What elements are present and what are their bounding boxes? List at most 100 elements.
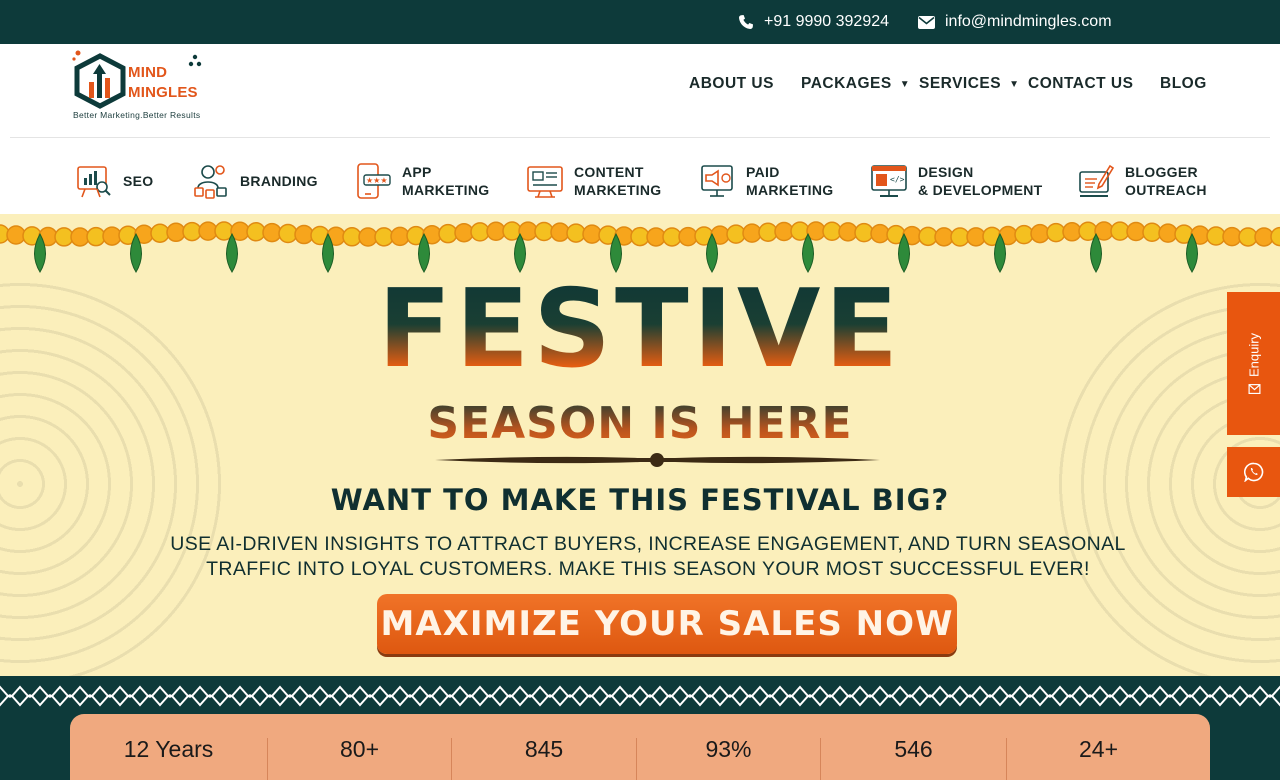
pattern-diamond [1130, 685, 1150, 707]
pattern-diamond [590, 685, 610, 707]
pattern-diamond [10, 685, 30, 707]
pattern-diamond [310, 685, 330, 707]
service-branding-label: BRANDING [240, 172, 318, 190]
pattern-diamond [170, 685, 190, 707]
hero-description: USE AI-DRIVEN INSIGHTS TO ATTRACT BUYERS… [140, 532, 1156, 582]
site-logo[interactable]: MIND MINGLES Better Marketing.Better Res… [72, 50, 222, 122]
enquiry-tab[interactable]: Enquiry [1227, 292, 1280, 435]
pattern-diamond [1070, 685, 1090, 707]
hero-description-line1: USE AI-DRIVEN INSIGHTS TO ATTRACT BUYERS… [170, 533, 1126, 555]
pattern-diamond [750, 685, 770, 707]
pattern-diamond [1270, 685, 1280, 707]
pattern-diamond [650, 685, 670, 707]
marigold-garland-decoration [0, 221, 1280, 273]
pattern-diamond [1050, 685, 1070, 707]
pattern-diamond [890, 685, 910, 707]
mail-icon [1247, 383, 1260, 394]
maximize-sales-button[interactable]: MAXIMIZE YOUR SALES NOW [377, 594, 957, 654]
pattern-diamond [1090, 685, 1110, 707]
pattern-diamond [670, 685, 690, 707]
blogger-outreach-icon [1079, 164, 1115, 197]
pattern-diamond [550, 685, 570, 707]
pattern-diamond [470, 685, 490, 707]
pattern-diamond [350, 685, 370, 707]
nav-contact-us[interactable]: CONTACT US [1028, 72, 1133, 96]
stat-percentage: 93% [705, 736, 752, 762]
app-marketing-icon: ★★★ [357, 163, 391, 199]
envelope-icon [918, 15, 935, 29]
phone-contact[interactable]: +91 9990 392924 [738, 0, 889, 44]
service-branding-line1: BRANDING [240, 173, 318, 189]
pattern-diamond [870, 685, 890, 707]
seo-icon [77, 166, 111, 198]
diamond-pattern-decoration [0, 685, 1280, 707]
pattern-diamond [30, 685, 50, 707]
pattern-diamond [830, 685, 850, 707]
svg-text:★★★: ★★★ [366, 176, 388, 185]
pattern-diamond [1030, 685, 1050, 707]
service-app-marketing[interactable]: ★★★ APP MARKETING [354, 162, 489, 200]
email-contact[interactable]: info@mindmingles.com [918, 0, 1112, 44]
service-design-development-label: DESIGN & DEVELOPMENT [918, 163, 1042, 199]
email-address: info@mindmingles.com [945, 13, 1112, 30]
hero-question: WANT TO MAKE THIS FESTIVAL BIG? [330, 483, 950, 517]
nav-services[interactable]: SERVICES ▼ [919, 72, 1020, 96]
pattern-diamond [810, 685, 830, 707]
service-design-development-line1: DESIGN [918, 164, 974, 180]
ornamental-divider [435, 453, 880, 467]
logo-wordmark: MIND MINGLES [128, 63, 198, 103]
pattern-diamond [610, 685, 630, 707]
marigold-flower [582, 224, 602, 244]
pattern-diamond [490, 685, 510, 707]
whatsapp-button[interactable] [1227, 447, 1280, 497]
marigold-flower [726, 224, 746, 244]
service-paid-marketing-line1: PAID [746, 164, 780, 180]
nav-packages[interactable]: PACKAGES ▼ [801, 72, 910, 96]
hero-description-line2: TRAFFIC INTO LOYAL CUSTOMERS. MAKE THIS … [206, 558, 1090, 580]
pattern-diamond [530, 685, 550, 707]
logo-line-1: MIND [128, 64, 168, 81]
pattern-diamond [190, 685, 210, 707]
pattern-diamond [290, 685, 310, 707]
stat-clients: 80+ [339, 736, 379, 762]
marigold-flower [1014, 224, 1034, 245]
pattern-diamond [1170, 685, 1190, 707]
service-blogger-outreach-label: BLOGGER OUTREACH [1125, 163, 1207, 199]
nav-blog[interactable]: BLOG [1160, 72, 1207, 96]
service-content-marketing[interactable]: CONTENT MARKETING [526, 162, 661, 200]
logo-line-2: MINGLES [128, 84, 198, 101]
logo-mark [72, 50, 126, 109]
service-content-marketing-line2: MARKETING [574, 182, 662, 198]
pattern-diamond [690, 685, 710, 707]
pattern-diamond [950, 685, 970, 707]
nav-about-us[interactable]: ABOUT US [689, 72, 774, 96]
pattern-diamond [990, 685, 1010, 707]
stat-count: 546 [894, 736, 933, 762]
hero-subtitle: SEASON IS HERE [0, 398, 1280, 450]
hero-title: FESTIVE [0, 270, 1280, 390]
service-branding[interactable]: BRANDING [192, 162, 318, 200]
chevron-down-icon: ▼ [899, 78, 911, 90]
pattern-diamond [730, 685, 750, 707]
service-app-marketing-label: APP MARKETING [402, 163, 489, 199]
pattern-diamond [930, 685, 950, 707]
pattern-diamond [50, 685, 70, 707]
enquiry-tab-content: Enquiry [1246, 332, 1261, 394]
pattern-diamond [570, 685, 590, 707]
pattern-diamond [130, 685, 150, 707]
pattern-diamond [330, 685, 350, 707]
pattern-diamond [850, 685, 870, 707]
pattern-diamond [770, 685, 790, 707]
service-paid-marketing[interactable]: PAID MARKETING [698, 162, 833, 200]
pattern-diamond [430, 685, 450, 707]
pattern-diamond [1010, 685, 1030, 707]
pattern-diamond [70, 685, 90, 707]
service-design-development-line2: & DEVELOPMENT [918, 182, 1043, 198]
pattern-diamond [0, 685, 10, 707]
content-marketing-icon [527, 166, 563, 198]
service-blogger-outreach[interactable]: BLOGGER OUTREACH [1077, 162, 1207, 200]
service-paid-marketing-line2: MARKETING [746, 182, 834, 198]
service-design-development[interactable]: </> DESIGN & DEVELOPMENT [870, 162, 1042, 200]
pattern-diamond [910, 685, 930, 707]
service-seo[interactable]: SEO [75, 162, 153, 200]
